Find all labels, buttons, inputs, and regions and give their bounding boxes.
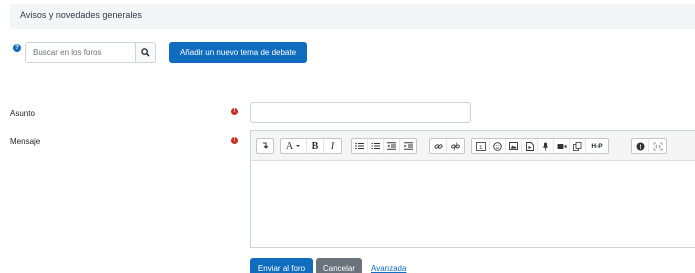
accessibility-checker-button[interactable]: ! [632, 139, 649, 153]
message-editor: A B I Σ H-P ! [250, 130, 695, 248]
equation-icon: Σ [475, 141, 486, 151]
toolbar-group-collapse [256, 138, 274, 154]
html-source-button[interactable] [649, 139, 666, 153]
chevron-down-icon [296, 145, 301, 147]
bold-button[interactable]: B [307, 139, 324, 153]
toolbar-group-lists [351, 138, 417, 154]
outdent-button[interactable] [384, 139, 400, 153]
toolbar-group-misc: ! [631, 138, 667, 154]
h5p-button[interactable]: H-P [586, 139, 608, 153]
image-icon [509, 142, 518, 150]
outdent-icon [387, 142, 396, 150]
ordered-list-button[interactable] [368, 139, 384, 153]
paragraph-styles-button[interactable]: A [281, 139, 307, 153]
message-textarea[interactable] [251, 161, 695, 247]
forum-title: Avisos y novedades generales [20, 10, 142, 20]
required-icon: ! [231, 108, 238, 115]
html-code-icon [653, 142, 662, 150]
cancel-button[interactable]: Cancelar [316, 258, 362, 273]
image-button[interactable] [506, 139, 522, 153]
record-video-button[interactable] [554, 139, 570, 153]
media-file-icon [525, 141, 534, 151]
h5p-label: H-P [591, 142, 603, 150]
submit-button[interactable]: Enviar al foro [250, 258, 313, 273]
emoji-button[interactable] [490, 139, 506, 153]
indent-icon [403, 142, 413, 150]
search-button[interactable] [135, 42, 156, 63]
collapse-icon [263, 142, 269, 149]
advanced-link[interactable]: Avanzada [371, 264, 406, 273]
editor-toolbar: A B I Σ H-P ! [251, 131, 695, 161]
collapse-button[interactable] [257, 139, 273, 153]
toolbar-group-style: A B I [280, 138, 342, 154]
link-icon [433, 143, 443, 149]
search-input[interactable] [25, 42, 136, 63]
unordered-list-icon [355, 142, 364, 150]
video-camera-icon [557, 143, 566, 149]
add-topic-button[interactable]: Añadir un nuevo tema de debate [169, 42, 307, 63]
ordered-list-icon [371, 143, 380, 149]
toolbar-group-insert: Σ H-P [471, 138, 609, 154]
toolbar-group-links [429, 138, 465, 154]
unlink-icon [451, 141, 460, 151]
manage-files-button[interactable] [570, 139, 586, 153]
svg-text:Σ: Σ [479, 144, 482, 150]
forum-header: Avisos y novedades generales [10, 4, 695, 29]
indent-button[interactable] [400, 139, 416, 153]
media-button[interactable] [522, 139, 538, 153]
unordered-list-button[interactable] [352, 139, 368, 153]
font-glyph: A [285, 140, 294, 152]
help-icon[interactable]: ? [13, 44, 21, 52]
required-icon: ! [231, 137, 238, 144]
italic-glyph: I [330, 140, 335, 152]
subject-label: Asunto [10, 109, 35, 118]
record-audio-button[interactable] [538, 139, 554, 153]
subject-input[interactable] [250, 102, 471, 123]
files-icon [573, 141, 582, 151]
search-icon [141, 48, 150, 57]
equation-button[interactable]: Σ [472, 139, 490, 153]
link-button[interactable] [430, 139, 447, 153]
italic-button[interactable]: I [324, 139, 341, 153]
unlink-button[interactable] [447, 139, 464, 153]
bold-glyph: B [311, 140, 319, 152]
emoji-icon [493, 141, 502, 151]
microphone-icon [542, 142, 549, 150]
accessibility-icon: ! [636, 142, 644, 151]
svg-text:!: ! [639, 145, 641, 151]
message-label: Mensaje [10, 137, 41, 146]
